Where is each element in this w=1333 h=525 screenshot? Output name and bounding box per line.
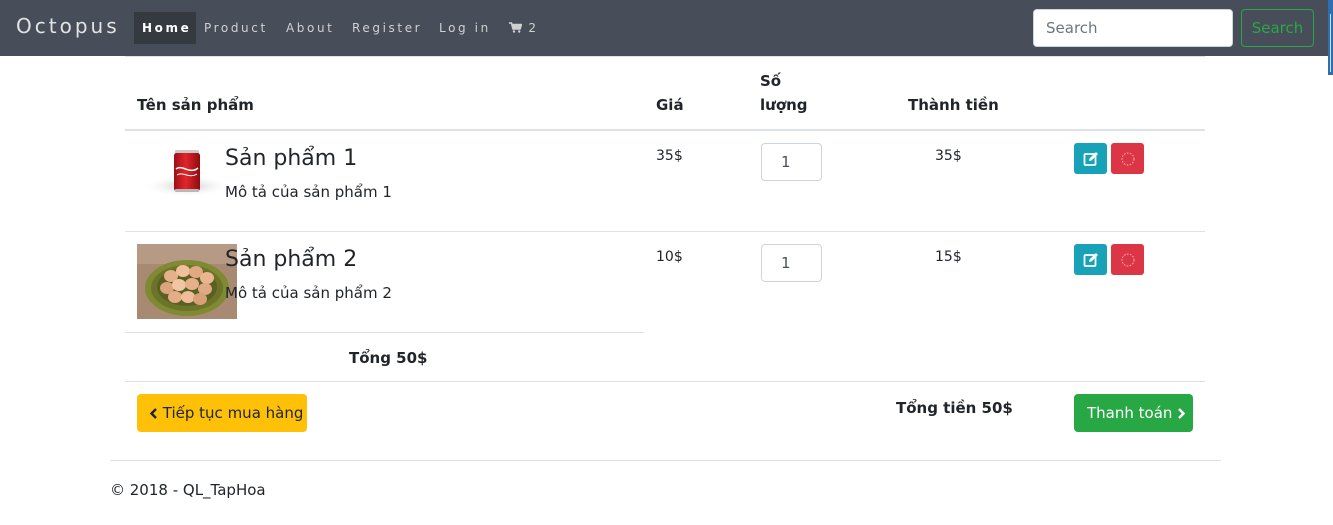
header-product-name: Tên sản phẩm	[137, 96, 254, 114]
table-top-border	[125, 56, 1205, 57]
edit-icon	[1083, 151, 1098, 166]
copyright: © 2018 - QL_TapHoa	[110, 481, 266, 499]
nav-product[interactable]: Product	[196, 12, 276, 44]
edit-icon	[1083, 252, 1098, 267]
window-edge-line	[1330, 14, 1331, 72]
product-subtotal: 35$	[935, 148, 962, 164]
nav-home[interactable]: Home	[134, 12, 196, 44]
remove-icon	[1121, 253, 1134, 266]
checkout-button[interactable]: Thanh toán	[1074, 394, 1193, 432]
grand-total: Tổng tiền 50$	[896, 399, 1013, 417]
remove-icon	[1121, 152, 1134, 165]
checkout-label: Thanh toán	[1087, 404, 1173, 422]
row-divider	[125, 231, 1205, 232]
edit-button[interactable]	[1074, 244, 1107, 275]
product-subtotal: 15$	[935, 249, 962, 265]
product-name: Sản phẩm 2	[225, 247, 358, 272]
header-price: Giá	[656, 96, 684, 114]
cart-icon	[509, 22, 522, 33]
nav-register[interactable]: Register	[344, 12, 430, 44]
navbar: Octopus Home Product About Register Log …	[0, 0, 1333, 56]
quantity-input[interactable]	[761, 143, 822, 181]
cart-total: Tổng 50$	[349, 349, 428, 367]
total-divider	[125, 332, 644, 333]
product-description: Mô tả của sản phẩm 1	[225, 183, 392, 201]
delete-button[interactable]	[1111, 244, 1144, 275]
product-price: 10$	[656, 249, 683, 265]
continue-shopping-button[interactable]: Tiếp tục mua hàng	[137, 394, 307, 432]
search-input[interactable]	[1033, 9, 1233, 47]
table-header-border	[125, 129, 1205, 131]
search-button[interactable]: Search	[1241, 9, 1314, 47]
nav-cart[interactable]: 2	[501, 12, 547, 44]
product-price: 35$	[656, 148, 683, 164]
header-qty-line2: lượng	[760, 96, 808, 114]
header-subtotal: Thành tiền	[908, 96, 999, 114]
brand-logo[interactable]: Octopus	[16, 14, 120, 38]
product-description: Mô tả của sản phẩm 2	[225, 284, 392, 302]
edit-button[interactable]	[1074, 143, 1107, 174]
header-qty-line1: Số	[760, 72, 782, 90]
product-image-eggs	[137, 244, 237, 319]
footer-row-divider	[125, 381, 1205, 382]
continue-shopping-label: Tiếp tục mua hàng	[162, 404, 304, 422]
quantity-input[interactable]	[761, 244, 822, 282]
nav-login[interactable]: Log in	[431, 12, 499, 44]
footer-divider	[110, 460, 1221, 461]
cart-count: 2	[528, 21, 539, 35]
chevron-right-icon	[1178, 408, 1186, 419]
product-name: Sản phẩm 1	[225, 146, 358, 171]
chevron-left-icon	[149, 408, 157, 419]
nav-about[interactable]: About	[278, 12, 342, 44]
product-image-coca-cola	[137, 131, 237, 206]
delete-button[interactable]	[1111, 143, 1144, 174]
